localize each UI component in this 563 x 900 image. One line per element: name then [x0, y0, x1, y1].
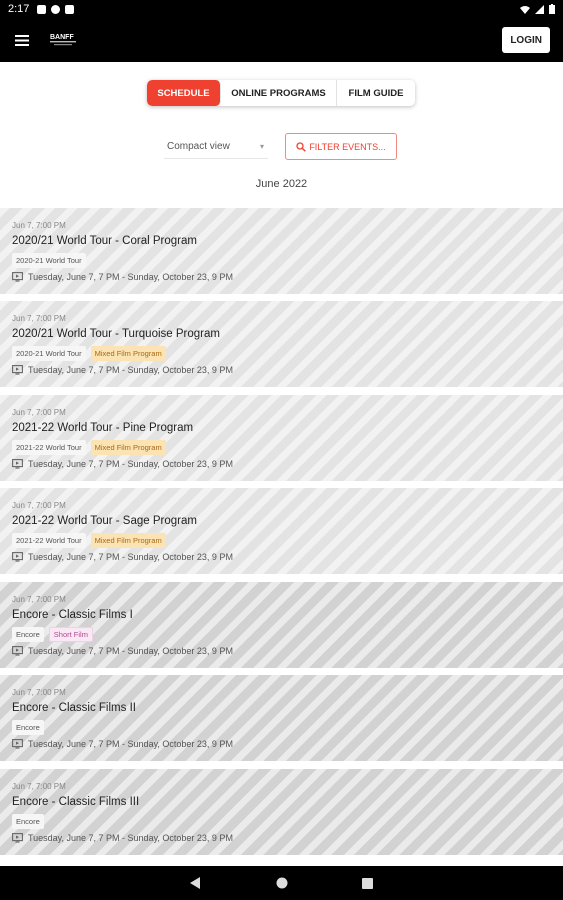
sd-card-icon [65, 4, 75, 14]
event-title: Encore - Classic Films I [12, 609, 133, 621]
event-title: Encore - Classic Films II [12, 702, 136, 714]
screen-icon [12, 365, 23, 375]
event-date: Jun 7, 7:00 PM [12, 221, 66, 230]
event-tags: Encore [12, 814, 551, 829]
view-mode-select[interactable]: Compact view ▾ [164, 135, 268, 159]
event-tags: Encore Short Film [12, 627, 551, 642]
event-title: 2021-22 World Tour - Sage Program [12, 515, 197, 527]
event-tags: 2021-22 World Tour Mixed Film Program [12, 533, 551, 548]
wifi-icon [520, 5, 530, 14]
logo-mark: BANFF [50, 34, 76, 46]
app-bar: BANFF LOGIN [0, 18, 563, 62]
event-when-text: Tuesday, June 7, 7 PM - Sunday, October … [28, 552, 233, 562]
event-date: Jun 7, 7:00 PM [12, 595, 66, 604]
event-tags: 2020-21 World Tour Mixed Film Program [12, 346, 551, 361]
home-icon [276, 877, 287, 889]
event-date: Jun 7, 7:00 PM [12, 501, 66, 510]
event-card[interactable]: Jun 7, 7:00 PM Encore - Classic Films II… [0, 769, 563, 855]
event-tag: 2021-22 World Tour [12, 533, 86, 548]
tab-online-programs[interactable]: ONLINE PROGRAMS [221, 80, 337, 106]
back-icon [190, 877, 200, 889]
event-title: 2020/21 World Tour - Coral Program [12, 235, 197, 247]
screen-icon [12, 646, 23, 656]
filter-events-label: FILTER EVENTS... [309, 141, 386, 152]
event-date: Jun 7, 7:00 PM [12, 314, 66, 323]
event-date: Jun 7, 7:00 PM [12, 408, 66, 417]
screen-icon [12, 272, 23, 282]
event-card[interactable]: Jun 7, 7:00 PM Encore - Classic Films II… [0, 675, 563, 761]
event-date: Jun 7, 7:00 PM [12, 688, 66, 697]
event-when: Tuesday, June 7, 7 PM - Sunday, October … [12, 459, 551, 469]
event-tag: Mixed Film Program [90, 440, 166, 455]
event-tag: 2021-22 World Tour [12, 440, 86, 455]
event-when-text: Tuesday, June 7, 7 PM - Sunday, October … [28, 833, 233, 843]
event-tag: Encore [12, 720, 44, 735]
view-mode-value: Compact view [167, 141, 230, 152]
system-nav-bar [0, 866, 563, 900]
event-card[interactable]: Jun 7, 7:00 PM 2021-22 World Tour - Sage… [0, 488, 563, 574]
event-tag: 2020-21 World Tour [12, 346, 86, 361]
chevron-down-icon: ▾ [259, 142, 264, 151]
screen-icon [12, 459, 23, 469]
filter-events-button[interactable]: FILTER EVENTS... [285, 133, 397, 160]
tab-film-guide[interactable]: FILM GUIDE [337, 80, 415, 106]
notification-icons [37, 4, 75, 14]
event-tag: Encore [12, 814, 44, 829]
event-title: Encore - Classic Films III [12, 796, 140, 808]
event-date: Jun 7, 7:00 PM [12, 782, 66, 791]
event-when: Tuesday, June 7, 7 PM - Sunday, October … [12, 552, 551, 562]
notification-icon [37, 4, 47, 14]
event-card[interactable]: Jun 7, 7:00 PM 2021-22 World Tour - Pine… [0, 395, 563, 481]
event-tag: Mixed Film Program [90, 346, 166, 361]
event-card[interactable]: Jun 7, 7:00 PM 2020/21 World Tour - Turq… [0, 301, 563, 387]
back-button[interactable] [189, 876, 203, 890]
event-when-text: Tuesday, June 7, 7 PM - Sunday, October … [28, 646, 233, 656]
event-tags: 2020-21 World Tour [12, 253, 551, 268]
screen-icon [12, 833, 23, 843]
event-when-text: Tuesday, June 7, 7 PM - Sunday, October … [28, 365, 233, 375]
event-when: Tuesday, June 7, 7 PM - Sunday, October … [12, 739, 551, 749]
event-when-text: Tuesday, June 7, 7 PM - Sunday, October … [28, 459, 233, 469]
event-when-text: Tuesday, June 7, 7 PM - Sunday, October … [28, 272, 233, 282]
home-button[interactable] [275, 876, 289, 890]
view-tabs: SCHEDULE ONLINE PROGRAMS FILM GUIDE [147, 80, 415, 106]
tab-schedule[interactable]: SCHEDULE [147, 80, 221, 106]
login-button[interactable]: LOGIN [502, 27, 550, 53]
event-tag: Short Film [48, 627, 93, 642]
month-heading: June 2022 [255, 178, 308, 190]
banff-logo[interactable]: BANFF [48, 29, 82, 51]
event-when-text: Tuesday, June 7, 7 PM - Sunday, October … [28, 739, 233, 749]
event-title: 2021-22 World Tour - Pine Program [12, 422, 194, 434]
hamburger-icon [15, 34, 29, 46]
status-time: 2:17 [8, 3, 30, 15]
system-icons [520, 4, 555, 14]
event-tags: 2021-22 World Tour Mixed Film Program [12, 440, 551, 455]
search-icon [296, 141, 307, 152]
battery-icon [549, 4, 555, 14]
event-tags: Encore [12, 720, 551, 735]
event-when: Tuesday, June 7, 7 PM - Sunday, October … [12, 833, 551, 843]
event-when: Tuesday, June 7, 7 PM - Sunday, October … [12, 365, 551, 375]
recents-icon [362, 877, 373, 889]
event-tag: 2020-21 World Tour [12, 253, 86, 268]
signal-icon [535, 4, 544, 14]
menu-button[interactable] [0, 18, 44, 62]
event-when: Tuesday, June 7, 7 PM - Sunday, October … [12, 272, 551, 282]
notification-icon [51, 4, 61, 14]
recents-button[interactable] [361, 876, 375, 890]
screen-icon [12, 739, 23, 749]
logo-text: BANFF [50, 34, 74, 41]
status-bar: 2:17 [0, 0, 563, 18]
event-tag: Mixed Film Program [90, 533, 166, 548]
event-when: Tuesday, June 7, 7 PM - Sunday, October … [12, 646, 551, 656]
event-card[interactable]: Jun 7, 7:00 PM Encore - Classic Films I … [0, 582, 563, 668]
event-title: 2020/21 World Tour - Turquoise Program [12, 328, 220, 340]
event-card[interactable]: Jun 7, 7:00 PM 2020/21 World Tour - Cora… [0, 208, 563, 294]
event-tag: Encore [12, 627, 44, 642]
screen-icon [12, 552, 23, 562]
